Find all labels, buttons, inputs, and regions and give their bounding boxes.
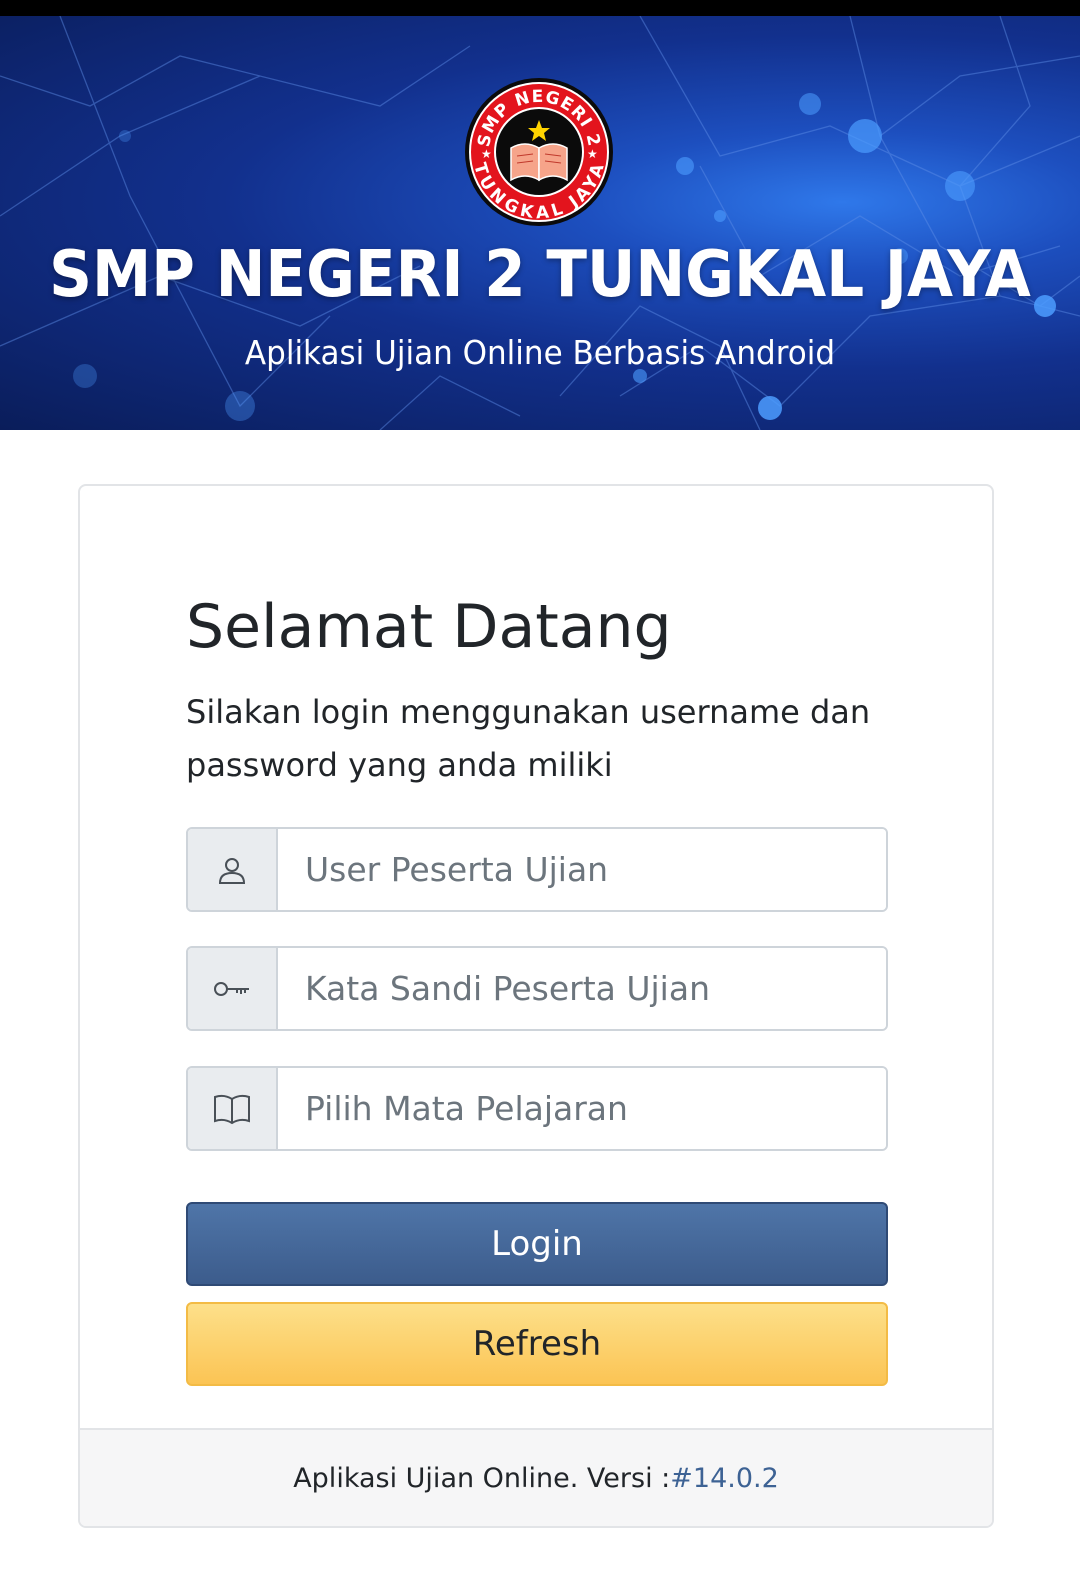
svg-text:★: ★	[481, 147, 492, 161]
password-group	[186, 946, 888, 1031]
username-group	[186, 827, 888, 912]
book-icon	[188, 1068, 278, 1149]
card-footer: Aplikasi Ujian Online. Versi : #14.0.2	[80, 1428, 992, 1526]
footer-text: Aplikasi Ujian Online. Versi :	[293, 1462, 671, 1494]
login-button[interactable]: Login	[186, 1202, 888, 1286]
header-banner: SMP NEGERI 2 TUNGKAL JAYA ★ ★ SMP NEGERI…	[0, 16, 1080, 430]
subject-select[interactable]	[278, 1068, 886, 1149]
app-subtitle: Aplikasi Ujian Online Berbasis Android	[244, 333, 836, 372]
status-bar	[0, 0, 1080, 16]
username-input[interactable]	[278, 829, 886, 910]
login-instructions: Silakan login menggunakan username dan p…	[186, 693, 871, 784]
subject-group	[186, 1066, 888, 1151]
school-name: SMP NEGERI 2 TUNGKAL JAYA	[49, 238, 1031, 312]
key-icon	[188, 948, 278, 1029]
password-input[interactable]	[278, 948, 886, 1029]
version-link[interactable]: #14.0.2	[670, 1463, 779, 1494]
school-logo: SMP NEGERI 2 TUNGKAL JAYA ★ ★	[465, 78, 613, 226]
refresh-button[interactable]: Refresh	[186, 1302, 888, 1386]
svg-text:★: ★	[587, 147, 598, 161]
user-icon	[188, 829, 278, 910]
login-card: Selamat Datang Silakan login menggunakan…	[78, 484, 994, 1528]
welcome-heading: Selamat Datang	[186, 592, 672, 662]
